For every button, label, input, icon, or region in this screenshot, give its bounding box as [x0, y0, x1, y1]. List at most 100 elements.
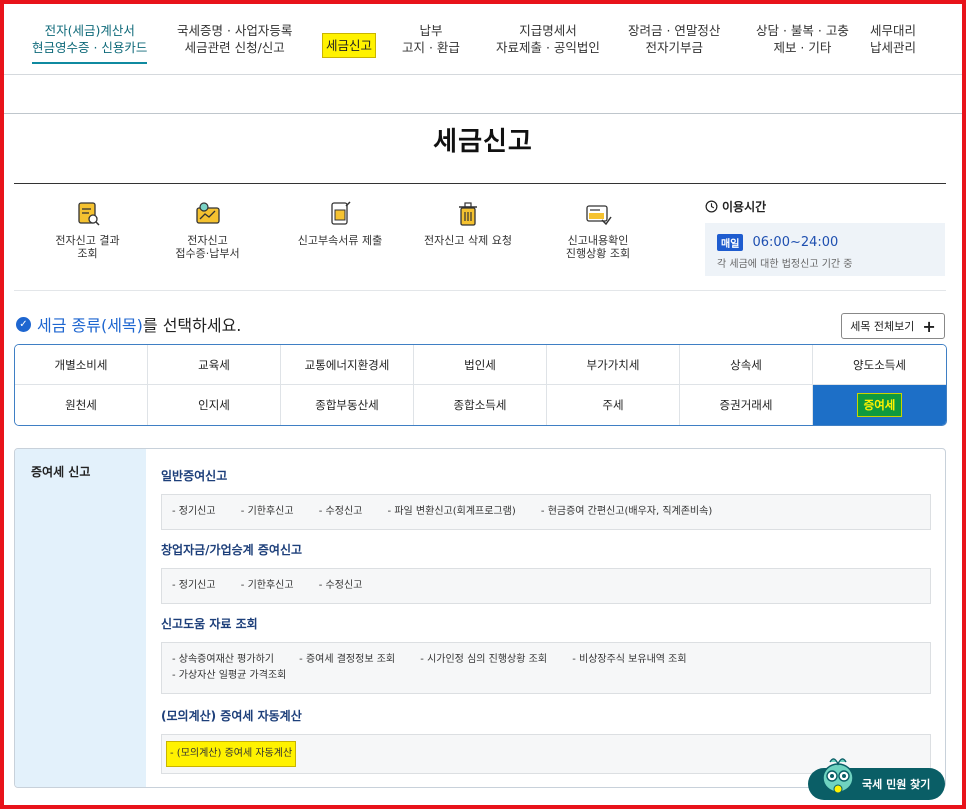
active-underline: [32, 62, 148, 64]
global-nav: 전자(세금)계산서 현금영수증 · 신용카드 국세증명 · 사업자등록 세금관련…: [4, 4, 962, 74]
document-submit-icon: [331, 201, 351, 225]
gnb-item-tax-report[interactable]: 세금신고: [322, 26, 377, 58]
gnb-item-line2: 전자기부금: [645, 40, 703, 55]
search-document-icon: [77, 202, 100, 226]
gnb-item-line2: 세금관련 신청/신고: [184, 40, 285, 55]
mascot-icon: [822, 758, 854, 794]
gnb-item-line1: 지급명세서: [519, 23, 577, 38]
service-hours-box: 매일 06:00~24:00 각 세금에 대한 법정신고 기간 중: [705, 223, 945, 276]
link-late-report[interactable]: - 기한후신고: [241, 506, 294, 517]
link-virtual-asset-price[interactable]: - 가상자산 일평균 가격조회: [172, 670, 286, 681]
link-late-report[interactable]: - 기한후신고: [241, 580, 294, 591]
tax-item[interactable]: 부가가치세: [547, 345, 680, 385]
link-amended-report[interactable]: - 수정신고: [319, 580, 363, 591]
link-amended-report[interactable]: - 수정신고: [319, 506, 363, 517]
title-divider: [14, 183, 946, 184]
gnb-item-certificates[interactable]: 국세증명 · 사업자등록 세금관련 신청/신고: [177, 22, 292, 56]
gnb-item-line1: 장려금 · 연말정산: [628, 23, 721, 38]
tax-item-label: 법인세: [464, 357, 496, 372]
tax-item-label: 증여세: [856, 393, 903, 417]
link-file-conversion[interactable]: - 파일 변환신고(회계프로그램): [388, 506, 516, 517]
section-title: 창업자금/가업승계 증여신고: [161, 543, 303, 557]
link-regular-report[interactable]: - 정기신고: [172, 580, 216, 591]
tax-item-label: 상속세: [730, 357, 762, 372]
gnb-item-label: 세금신고: [322, 33, 377, 58]
section-title: 신고도움 자료 조회: [161, 617, 258, 631]
link-cash-gift-simple[interactable]: - 현금증여 간편신고(배우자, 직계존비속): [541, 506, 712, 517]
section-help-data: 신고도움 자료 조회 - 상속증여재산 평가하기 - 증여세 결정정보 조회 -…: [161, 615, 931, 694]
quick-label: 전자신고 삭제 요청: [424, 234, 512, 247]
view-all-label: 세목 전체보기: [850, 320, 915, 333]
fab-label: 국세 민원 찾기: [862, 778, 931, 791]
service-hours-title-text: 이용시간: [722, 200, 767, 214]
tax-item[interactable]: 법인세: [414, 345, 547, 385]
quick-label: 전자신고 접수증·납부서: [175, 234, 240, 260]
tax-item-label: 부가가치세: [586, 357, 640, 372]
progress-check-icon: [586, 205, 612, 226]
gift-tax-report-panel: 증여세 신고 일반증여신고 - 정기신고 - 기한후신고 - 수정신고 - 파일…: [14, 448, 946, 788]
tax-item[interactable]: 상속세: [680, 345, 813, 385]
section-startup-succession: 창업자금/가업승계 증여신고 - 정기신고 - 기한후신고 - 수정신고: [161, 541, 931, 604]
quick-progress-lookup[interactable]: 신고내용확인 진행상황 조회: [548, 200, 648, 260]
link-decision-info[interactable]: - 증여세 결정정보 조회: [299, 654, 395, 665]
service-hours-note: 각 세금에 대한 법정신고 기간 중: [717, 259, 853, 270]
gnb-item-line1: 국세증명 · 사업자등록: [177, 23, 293, 38]
quick-label: 신고부속서류 제출: [297, 234, 383, 247]
gnb-item-consulting[interactable]: 상담 · 불복 · 고충 제보 · 기타: [756, 22, 849, 56]
quick-result-lookup[interactable]: 전자신고 결과 조회: [40, 200, 135, 260]
tax-item[interactable]: 주세: [547, 385, 680, 425]
tax-item[interactable]: 종합부동산세: [281, 385, 414, 425]
link-unlisted-stock[interactable]: - 비상장주식 보유내역 조회: [572, 654, 686, 665]
gnb-item-e-invoice[interactable]: 전자(세금)계산서 현금영수증 · 신용카드: [32, 22, 148, 64]
gnb-item-line2: 제보 · 기타: [773, 40, 832, 55]
tax-item-label: 교육세: [198, 357, 230, 372]
tax-item-label: 주세: [602, 398, 624, 412]
tax-item[interactable]: 인지세: [148, 385, 281, 425]
tax-item[interactable]: 개별소비세: [15, 345, 148, 385]
quick-label: 전자신고 결과 조회: [55, 234, 120, 260]
tax-type-grid: 개별소비세 교육세 교통에너지환경세 법인세 부가가치세 상속세 양도소득세 원…: [14, 344, 947, 426]
tax-item-label: 양도소득세: [853, 357, 906, 372]
panel-side-title: 증여세 신고: [15, 449, 146, 787]
quick-attachment-submit[interactable]: 신고부속서류 제출: [290, 200, 390, 247]
link-mock-gift-tax-calc[interactable]: - (모의계산) 증여세 자동계산: [166, 741, 297, 767]
sub-nav-band: [4, 74, 962, 114]
gnb-item-incentive[interactable]: 장려금 · 연말정산 전자기부금: [628, 22, 720, 56]
link-market-price-review[interactable]: - 시가인정 심의 진행상황 조회: [420, 654, 547, 665]
select-tax-heading-rest: 를 선택하세요.: [142, 316, 242, 335]
receipt-icon: [195, 202, 220, 224]
tax-item-selected[interactable]: 증여세: [813, 385, 946, 425]
tax-item[interactable]: 증권거래세: [680, 385, 813, 425]
quick-receipt[interactable]: 전자신고 접수증·납부서: [160, 200, 255, 260]
tax-item[interactable]: 양도소득세: [813, 345, 946, 385]
link-regular-report[interactable]: - 정기신고: [172, 506, 216, 517]
tax-item[interactable]: 교통에너지환경세: [281, 345, 414, 385]
link-asset-valuation[interactable]: - 상속증여재산 평가하기: [172, 654, 274, 665]
gnb-item-payment[interactable]: 납부 고지 · 환급: [402, 22, 460, 56]
select-tax-heading: ✓ 세금 종류(세목)를 선택하세요.: [16, 312, 241, 336]
tax-item[interactable]: 교육세: [148, 345, 281, 385]
quick-label: 신고내용확인 진행상황 조회: [565, 234, 631, 260]
tax-item[interactable]: 종합소득세: [414, 385, 547, 425]
section-general-gift: 일반증여신고 - 정기신고 - 기한후신고 - 수정신고 - 파일 변환신고(회…: [161, 467, 931, 530]
tax-item-label: 교통에너지환경세: [304, 357, 390, 372]
gnb-item-line1: 납부: [419, 23, 443, 38]
service-hours: 이용시간 매일 06:00~24:00 각 세금에 대한 법정신고 기간 중: [705, 198, 945, 276]
tax-item[interactable]: 원천세: [15, 385, 148, 425]
gnb-item-statements[interactable]: 지급명세서 자료제출 · 공익법인: [496, 22, 600, 56]
quick-delete-request[interactable]: 전자신고 삭제 요청: [418, 200, 518, 247]
gnb-item-line2: 자료제출 · 공익법인: [496, 40, 600, 55]
tax-item-label: 증권거래세: [719, 398, 773, 412]
section-links: - 정기신고 - 기한후신고 - 수정신고 - 파일 변환신고(회계프로그램) …: [161, 494, 931, 530]
section-links: - 정기신고 - 기한후신고 - 수정신고: [161, 568, 931, 604]
tax-item-label: 개별소비세: [54, 357, 108, 372]
clock-icon: [705, 200, 718, 213]
gnb-item-tax-agent[interactable]: 세무대리 납세관리: [870, 22, 916, 56]
tax-item-label: 인지세: [198, 398, 230, 412]
tax-item-label: 원천세: [65, 398, 97, 412]
plus-icon: +: [922, 316, 936, 336]
view-all-taxes-button[interactable]: 세목 전체보기 +: [841, 313, 945, 339]
section-title: 일반증여신고: [161, 469, 228, 483]
gnb-item-line1: 상담 · 불복 · 고충: [756, 23, 849, 38]
gnb-item-line1: 세무대리: [870, 23, 917, 38]
